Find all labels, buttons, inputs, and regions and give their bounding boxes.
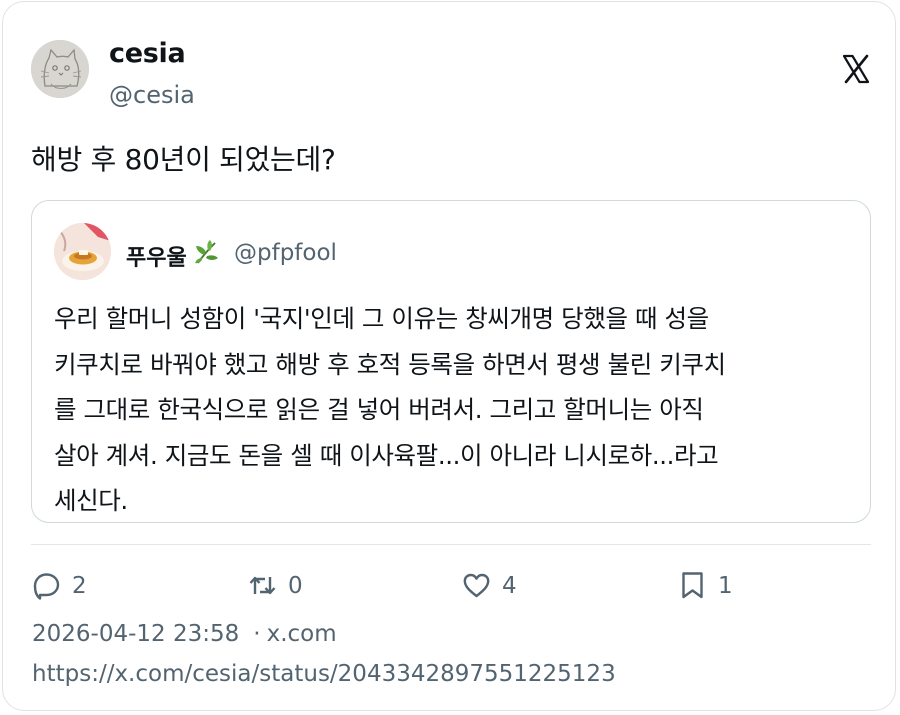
reply-button[interactable]: 2 xyxy=(31,567,87,603)
quoted-text-line: 키쿠치로 바꿔야 했고 해방 후 호적 등록을 하면서 평생 불린 키쿠치 xyxy=(54,349,726,379)
cat-sketch-avatar-icon xyxy=(31,40,89,98)
quoted-text-line: 를 그대로 한국식으로 읽은 걸 넣어 버려서. 그리고 할머니는 아직 xyxy=(54,395,704,424)
like-button[interactable]: 4 xyxy=(461,567,517,603)
bookmark-button[interactable]: 1 xyxy=(677,567,733,603)
author-display-name[interactable]: cesia xyxy=(109,38,186,69)
quoted-text-line: 살아 계셔. 지금도 돈을 셀 때 이사육팔...이 아니라 니시로하...라고 xyxy=(54,440,719,470)
post-card: cesia @cesia 해방 후 80년이 되었는데? 푸우울 @pfpfoo… xyxy=(2,1,896,711)
repost-button[interactable]: 0 xyxy=(247,567,303,603)
like-count: 4 xyxy=(502,573,517,599)
food-photo-avatar-icon xyxy=(54,223,111,280)
author-handle[interactable]: @cesia xyxy=(109,81,195,109)
bookmark-icon xyxy=(682,571,703,598)
bookmark-count: 1 xyxy=(718,573,733,599)
heart-icon xyxy=(463,573,490,597)
quoted-author-avatar[interactable] xyxy=(54,223,111,280)
herb-leaf-icon xyxy=(195,240,218,264)
post-timestamp[interactable]: 2026-04-12 23:58 xyxy=(32,621,239,647)
post-url[interactable]: https://x.com/cesia/status/2043342897551… xyxy=(32,661,616,687)
reply-count: 2 xyxy=(72,573,87,599)
quoted-author-display-name[interactable]: 푸우울 xyxy=(126,240,187,272)
quoted-text-line: 세신다. xyxy=(54,486,128,515)
x-logo-icon[interactable] xyxy=(841,54,871,84)
quoted-post-text: 우리 할머니 성함이 '국지'인데 그 이유는 창씨개명 당했을 때 성을 키쿠… xyxy=(54,296,854,524)
quoted-post[interactable]: 푸우울 @pfpfool 우리 할머니 성함이 '국지'인데 그 이유는 창씨개… xyxy=(31,200,871,523)
reply-icon xyxy=(33,572,60,600)
post-meta: 2026-04-12 23:58 · x.com xyxy=(32,621,337,647)
repost-count: 0 xyxy=(288,573,303,599)
quoted-text-line: 우리 할머니 성함이 '국지'인데 그 이유는 창씨개명 당했을 때 성을 xyxy=(54,304,709,333)
repost-icon xyxy=(249,576,276,594)
action-divider xyxy=(31,544,871,545)
author-avatar[interactable] xyxy=(31,40,89,98)
meta-separator: · xyxy=(253,621,261,647)
post-source[interactable]: x.com xyxy=(267,621,337,647)
quoted-author-handle[interactable]: @pfpfool xyxy=(234,240,337,266)
post-text: 해방 후 80년이 되었는데? xyxy=(31,143,336,176)
